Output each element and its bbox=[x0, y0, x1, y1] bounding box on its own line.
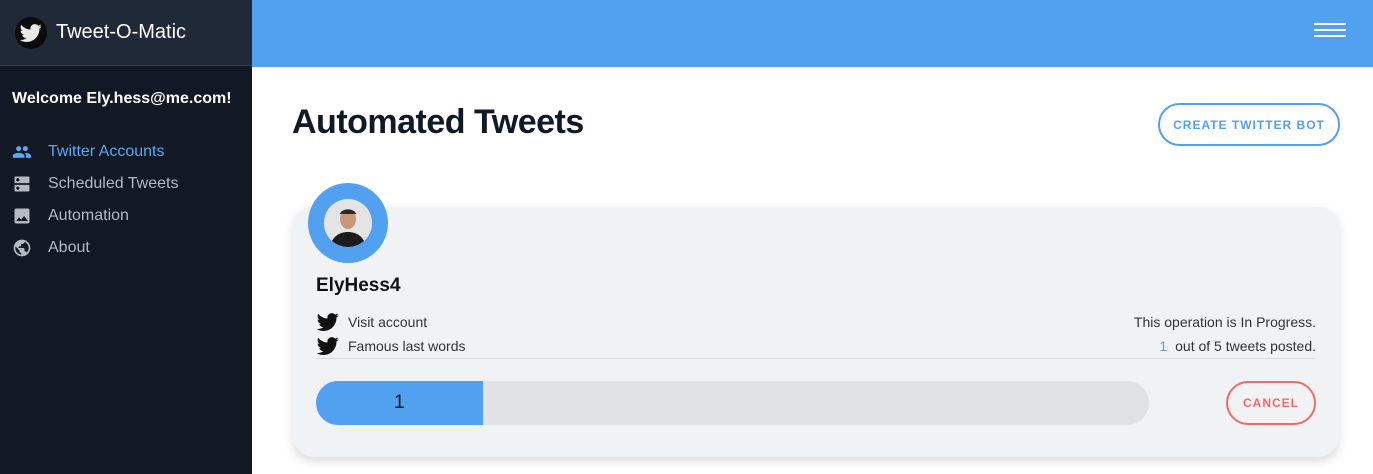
welcome-message: Welcome Ely.hess@me.com! bbox=[12, 90, 232, 107]
sidebar-item-scheduled-tweets[interactable]: Scheduled Tweets bbox=[0, 168, 252, 200]
profile-photo bbox=[324, 199, 372, 247]
divider bbox=[316, 358, 1315, 359]
sidebar-item-label: Twitter Accounts bbox=[48, 143, 165, 160]
image-icon bbox=[12, 206, 32, 226]
tweet-label: Famous last words bbox=[348, 338, 466, 354]
sidebar-item-label: About bbox=[48, 239, 90, 256]
app-title: Tweet-O-Matic bbox=[56, 21, 187, 43]
page-title: Automated Tweets bbox=[292, 103, 584, 141]
sidebar-item-automation[interactable]: Automation bbox=[0, 200, 252, 232]
globe-icon bbox=[12, 238, 32, 258]
visit-account-link[interactable]: Visit account bbox=[316, 311, 427, 333]
tweet-link[interactable]: Famous last words bbox=[316, 335, 465, 357]
twitter-logo-icon bbox=[15, 16, 47, 49]
sidebar-item-twitter-accounts[interactable]: Twitter Accounts bbox=[0, 136, 252, 168]
top-bar bbox=[252, 0, 1373, 67]
users-icon bbox=[12, 142, 32, 162]
progress-fill: 1 bbox=[316, 381, 483, 425]
posted-count: 1 bbox=[1159, 338, 1168, 354]
cancel-button[interactable]: CANCEL bbox=[1226, 381, 1316, 425]
progress-label: 1 bbox=[394, 392, 405, 413]
progress-bar: 1 bbox=[316, 381, 1149, 425]
create-twitter-bot-button[interactable]: CREATE TWITTER BOT bbox=[1158, 103, 1340, 146]
brand[interactable]: Tweet-O-Matic bbox=[0, 0, 252, 66]
twitter-bird-icon bbox=[316, 337, 339, 355]
tweets-posted-status: 1 out of 5 tweets posted. bbox=[1159, 338, 1316, 354]
avatar bbox=[308, 183, 388, 263]
account-username: ElyHess4 bbox=[316, 275, 401, 296]
visit-account-label: Visit account bbox=[348, 314, 428, 330]
twitter-bird-icon bbox=[316, 313, 339, 331]
operation-status: This operation is In Progress. bbox=[1133, 314, 1316, 330]
posted-suffix: out of 5 tweets posted. bbox=[1175, 338, 1316, 354]
sidebar-item-label: Automation bbox=[48, 207, 129, 224]
sidebar-nav: Twitter Accounts Scheduled Tweets Automa… bbox=[0, 120, 252, 264]
server-icon bbox=[12, 174, 32, 194]
hamburger-menu-icon[interactable] bbox=[1314, 23, 1346, 39]
sidebar-item-label: Scheduled Tweets bbox=[48, 175, 179, 192]
sidebar: Tweet-O-Matic Welcome Ely.hess@me.com! T… bbox=[0, 0, 252, 474]
sidebar-item-about[interactable]: About bbox=[0, 232, 252, 264]
